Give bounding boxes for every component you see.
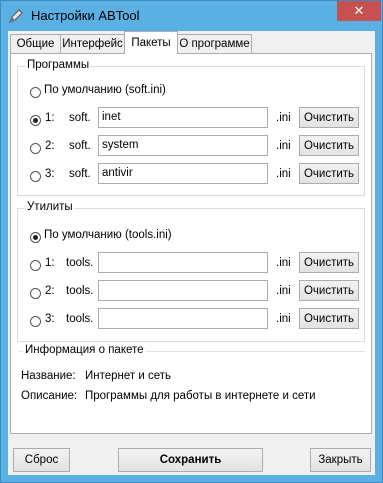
slot-suffix: .ini (276, 112, 291, 124)
package-description-label: Описание: (21, 390, 78, 402)
programs-default-label[interactable]: По умолчанию (soft.ini) (44, 84, 166, 96)
slot-prefix: tools. (66, 313, 94, 325)
window-title: Настройки ABTool (31, 8, 140, 23)
package-name-label: Название: (21, 370, 76, 382)
slot-suffix: .ini (276, 313, 291, 325)
slot-prefix: soft. (69, 112, 91, 124)
slot-number: 3: (45, 168, 55, 180)
utilities-slot-2-input[interactable] (98, 280, 268, 301)
utilities-slot-3-clear-button[interactable]: Очистить (299, 308, 359, 329)
slot-suffix: .ini (276, 257, 291, 269)
utilities-group-title: Утилиты (26, 201, 74, 213)
package-name-value: Интернет и сеть (85, 370, 172, 382)
save-button[interactable]: Сохранить (118, 448, 263, 472)
slot-suffix: .ini (276, 168, 291, 180)
slot-number: 2: (45, 285, 55, 297)
slot-prefix: soft. (69, 168, 91, 180)
tab-label: Общие (16, 38, 55, 50)
packages-panel: Программы По умолчанию (soft.ini) 1: sof… (10, 53, 372, 434)
utilities-slot-3-radio[interactable] (30, 316, 41, 327)
utilities-slot-3-input[interactable] (98, 308, 268, 329)
programs-slot-2-radio[interactable] (30, 143, 41, 154)
slot-number: 3: (45, 313, 55, 325)
slot-prefix: tools. (66, 285, 94, 297)
utilities-group: Утилиты По умолчанию (tools.ini) 1: tool… (17, 201, 365, 342)
slot-number: 1: (45, 257, 55, 269)
reset-button[interactable]: Сброс (13, 448, 70, 472)
programs-slot-2-clear-button[interactable]: Очистить (299, 135, 359, 156)
close-button[interactable]: Закрыть (310, 448, 371, 472)
tab-interface[interactable]: Интерфейс (60, 34, 125, 53)
programs-slot-3-radio[interactable] (30, 171, 41, 182)
utilities-slot-2-clear-button[interactable]: Очистить (299, 280, 359, 301)
tab-label: О программе (179, 38, 250, 50)
utilities-slot-1-input[interactable] (98, 252, 268, 273)
slot-number: 2: (45, 140, 55, 152)
title-bar[interactable]: Настройки ABTool ✕ (1, 1, 382, 31)
utilities-slot-2-radio[interactable] (30, 288, 41, 299)
programs-slot-3-clear-button[interactable]: Очистить (299, 163, 359, 184)
slot-suffix: .ini (276, 285, 291, 297)
tab-label: Пакеты (131, 37, 171, 49)
utilities-slot-1-radio[interactable] (30, 260, 41, 271)
pen-icon (9, 9, 23, 23)
programs-slot-1-radio[interactable] (30, 115, 41, 126)
close-icon: ✕ (353, 3, 365, 18)
slot-suffix: .ini (276, 140, 291, 152)
programs-default-radio[interactable] (30, 87, 41, 98)
tab-label: Интерфейс (62, 38, 123, 50)
utilities-default-radio[interactable] (30, 232, 41, 243)
utilities-default-label[interactable]: По умолчанию (tools.ini) (44, 229, 172, 241)
window-client-area: Общие Интерфейс Пакеты О программе Прогр… (8, 31, 375, 475)
tab-packages[interactable]: Пакеты (124, 31, 178, 54)
programs-slot-1-input[interactable]: inet (98, 107, 268, 128)
slot-prefix: soft. (69, 140, 91, 152)
tab-general[interactable]: Общие (10, 34, 61, 53)
programs-slot-2-input[interactable]: system (98, 135, 268, 156)
programs-group: Программы По умолчанию (soft.ini) 1: sof… (17, 59, 365, 196)
programs-slot-3-input[interactable]: antivir (98, 163, 268, 184)
tab-about[interactable]: О программе (177, 34, 252, 53)
package-description-value: Программы для работы в интернете и сети (85, 390, 316, 402)
package-info-title: Информация о пакете (23, 344, 146, 356)
slot-number: 1: (45, 112, 55, 124)
close-window-button[interactable]: ✕ (337, 1, 381, 21)
programs-group-title: Программы (26, 59, 91, 71)
utilities-slot-1-clear-button[interactable]: Очистить (299, 252, 359, 273)
settings-window: Настройки ABTool ✕ Общие Интерфейс Пакет… (0, 0, 383, 483)
slot-prefix: tools. (66, 257, 94, 269)
programs-slot-1-clear-button[interactable]: Очистить (299, 107, 359, 128)
